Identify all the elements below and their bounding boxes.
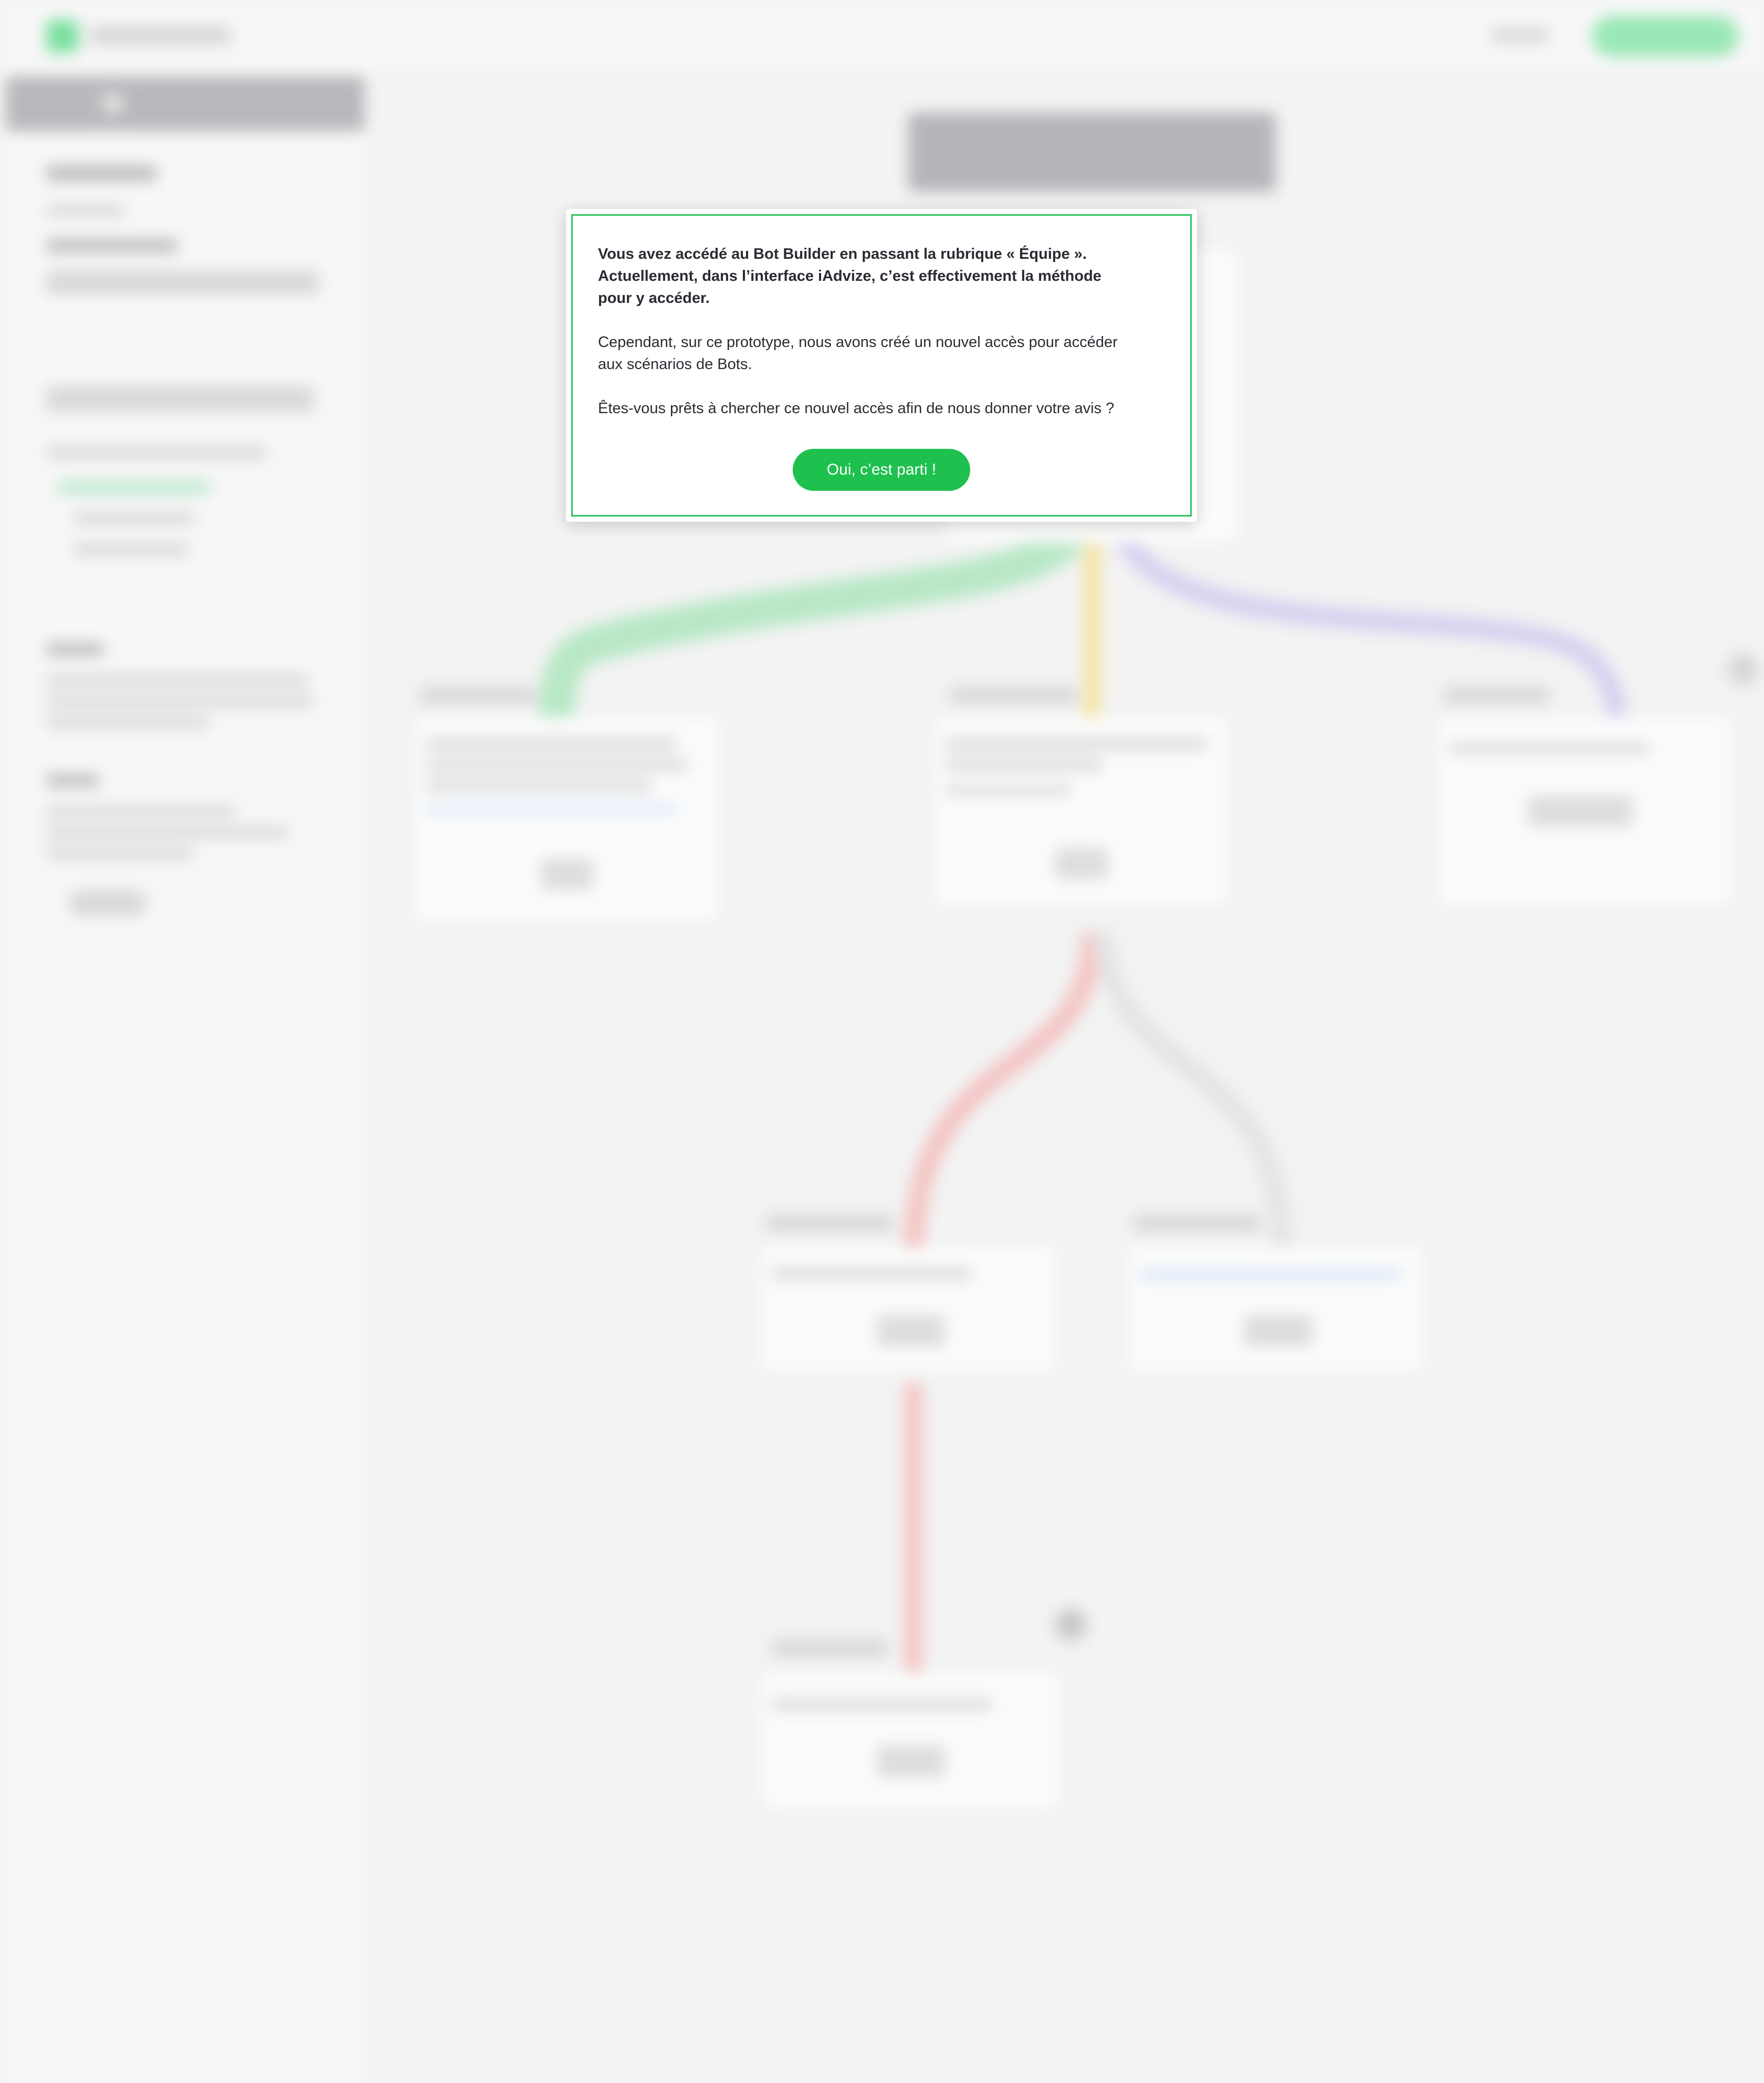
node-line [772, 1268, 971, 1280]
node-line [945, 738, 1208, 750]
sidebar-tree-item[interactable] [74, 543, 189, 556]
node-tag [1444, 688, 1549, 703]
node-action[interactable] [1055, 848, 1108, 879]
confirm-button[interactable]: Oui, c’est parti ! [793, 449, 970, 491]
node-line [425, 759, 688, 771]
scenario-node-card[interactable] [934, 717, 1228, 906]
sidebar-label [46, 205, 125, 216]
sidebar-tree-item[interactable] [58, 480, 210, 494]
sidebar-text [46, 827, 288, 838]
node-action[interactable] [541, 858, 593, 890]
connector-gray [1092, 931, 1292, 1258]
sidebar-section-title [46, 643, 104, 656]
sidebar-header-icon [102, 93, 123, 114]
sidebar-text [46, 696, 314, 707]
add-node-icon[interactable] [1727, 654, 1759, 685]
modal-body-line: aux scénarios de Bots. [598, 356, 752, 373]
connector-red-1 [903, 931, 1102, 1258]
sidebar-text [46, 717, 209, 728]
node-link [425, 806, 677, 812]
node-action[interactable] [1244, 1315, 1312, 1346]
sidebar-text [46, 806, 235, 817]
sidebar-header[interactable] [5, 76, 365, 131]
node-line [945, 785, 1071, 795]
node-tag [766, 1215, 892, 1231]
top-bar-link[interactable] [1491, 27, 1549, 43]
modal-intro-line: pour y accéder. [598, 290, 710, 307]
modal-question: Êtes-vous prêts à chercher ce nouvel acc… [598, 400, 1115, 417]
node-action[interactable] [877, 1315, 945, 1346]
node-line [1449, 743, 1648, 754]
sidebar-text [46, 675, 309, 686]
node-tag [420, 688, 536, 703]
node-line [425, 738, 677, 750]
modal-intro-line: Actuellement, dans l’interface iAdvize, … [598, 268, 1101, 285]
node-tag [772, 1640, 887, 1656]
add-node-icon[interactable] [1055, 1609, 1087, 1640]
sidebar [0, 71, 368, 2083]
sidebar-section-title [46, 774, 99, 787]
sidebar-section-title [46, 165, 156, 181]
scenario-node-card[interactable] [1129, 1247, 1423, 1373]
sidebar-text [46, 848, 193, 859]
app-logo-icon [46, 20, 79, 52]
top-bar-primary-button[interactable] [1592, 16, 1739, 57]
modal-body: Cependant, sur ce prototype, nous avons … [598, 331, 1165, 375]
node-line [772, 1698, 992, 1711]
sidebar-small-button[interactable] [68, 890, 147, 916]
top-bar [0, 0, 1764, 71]
app-logo-text [89, 26, 231, 45]
modal-body-line: Cependant, sur ce prototype, nous avons … [598, 334, 1118, 351]
scenario-node-card[interactable] [761, 1672, 1060, 1808]
node-action[interactable] [877, 1745, 945, 1777]
modal-intro-line: Vous avez accédé au Bot Builder en passa… [598, 246, 1087, 262]
info-modal: Vous avez accédé au Bot Builder en passa… [566, 209, 1197, 522]
node-tag [950, 688, 1076, 703]
node-link [1139, 1270, 1402, 1279]
node-line [425, 780, 651, 792]
sidebar-select[interactable] [46, 270, 319, 294]
start-node[interactable] [908, 113, 1276, 192]
info-modal-frame: Vous avez accédé au Bot Builder en passa… [571, 214, 1192, 517]
scenario-node-card[interactable] [761, 1247, 1055, 1373]
node-line [945, 759, 1102, 771]
sidebar-option[interactable] [46, 386, 314, 412]
sidebar-label [46, 239, 177, 253]
scenario-node-card[interactable] [1438, 717, 1732, 906]
node-action[interactable] [1528, 795, 1633, 827]
node-tag [1134, 1215, 1260, 1231]
modal-intro: Vous avez accédé au Bot Builder en passa… [598, 243, 1165, 309]
sidebar-tree-root[interactable] [46, 446, 267, 459]
scenario-node-card[interactable] [415, 717, 719, 921]
sidebar-tree-item[interactable] [74, 512, 194, 524]
